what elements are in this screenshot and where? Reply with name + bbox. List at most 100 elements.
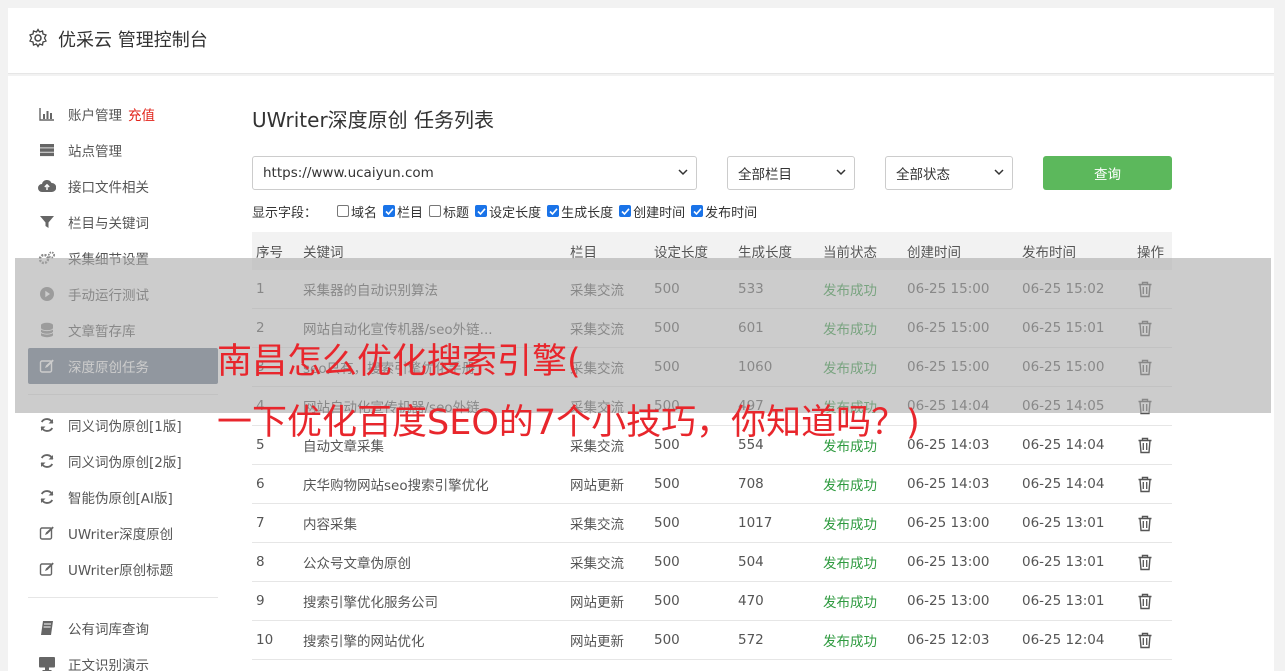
table-row: 7 内容采集 采集交流 500 1017 发布成功 06-25 13:00 06-25 13:… [252, 504, 1172, 543]
checkbox-unchecked-icon[interactable] [429, 205, 442, 217]
refresh-icon [38, 417, 56, 433]
display-fields-label: 显示字段： [252, 205, 318, 221]
sidebar-item[interactable]: 栏目与关键词 [28, 204, 218, 240]
sidebar-item[interactable]: 站点管理 [28, 132, 218, 168]
sidebar-item-label: 公有词库查询 [68, 622, 149, 638]
sidebar-divider [28, 597, 218, 598]
row-generated-length: 470 [738, 593, 764, 609]
row-index: 6 [256, 476, 265, 492]
row-set-length: 500 [654, 593, 680, 609]
field-checkbox[interactable]: 标题 [429, 202, 469, 221]
row-index: 9 [256, 593, 265, 609]
row-set-length: 500 [654, 632, 680, 648]
row-keyword: 庆华购物网站seo搜索引擎优化 [303, 478, 489, 494]
sidebar-item[interactable]: 同义词伪原创[2版] [28, 443, 218, 479]
checkbox-checked-icon[interactable] [475, 205, 488, 217]
row-column: 网站更新 [570, 595, 624, 611]
row-status: 发布成功 [823, 595, 877, 611]
row-created-time: 06-25 12:03 [907, 632, 990, 648]
row-created-time: 06-25 13:00 [907, 593, 990, 609]
delete-icon[interactable] [1137, 515, 1153, 536]
checkbox-checked-icon[interactable] [691, 205, 704, 217]
row-published-time: 06-25 12:04 [1022, 632, 1105, 648]
table-row: 9 搜索引擎优化服务公司 网站更新 500 470 发布成功 06-25 13:00 06-2… [252, 582, 1172, 621]
row-published-time: 06-25 14:04 [1022, 476, 1105, 492]
sidebar-item[interactable]: 正文识别演示 [28, 646, 218, 671]
delete-icon[interactable] [1137, 476, 1153, 497]
row-keyword: 公众号文章伪原创 [303, 556, 411, 572]
row-published-time: 06-25 14:04 [1022, 437, 1105, 453]
page-title: 优采云 管理控制台 [58, 30, 208, 51]
status-select-value: 全部状态 [896, 167, 950, 183]
sidebar-item-label: 站点管理 [68, 144, 122, 160]
status-select[interactable]: 全部状态 [885, 156, 1013, 190]
checkbox-unchecked-icon[interactable] [337, 205, 350, 217]
column-select-value: 全部栏目 [738, 167, 792, 183]
delete-icon[interactable] [1137, 554, 1153, 575]
delete-icon[interactable] [1137, 593, 1153, 614]
watermark-line-2: 一下优化百度SEO的7个小技巧，你知道吗？) [217, 403, 920, 443]
field-checkbox[interactable]: 创建时间 [619, 202, 685, 221]
row-published-time: 06-25 13:01 [1022, 554, 1105, 570]
sidebar-item[interactable]: 账户管理 充值 [28, 96, 218, 132]
row-generated-length: 572 [738, 632, 764, 648]
checkbox-checked-icon[interactable] [383, 205, 396, 217]
field-checkbox-label: 栏目 [397, 205, 424, 221]
refresh-icon [38, 489, 56, 505]
field-checkbox[interactable]: 域名 [337, 202, 377, 221]
watermark-band [15, 258, 1271, 413]
field-checkbox-label: 设定长度 [489, 205, 542, 221]
field-checkbox-label: 标题 [443, 205, 470, 221]
table-row: 10 搜索引擎的网站优化 网站更新 500 572 发布成功 06-25 12:03 06-2… [252, 621, 1172, 660]
server-icon [38, 142, 56, 158]
row-index: 8 [256, 554, 265, 570]
row-keyword: 内容采集 [303, 517, 357, 533]
field-checkbox[interactable]: 生成长度 [547, 202, 613, 221]
row-set-length: 500 [654, 554, 680, 570]
row-set-length: 500 [654, 515, 680, 531]
edit-icon [38, 561, 56, 577]
row-generated-length: 708 [738, 476, 764, 492]
chevron-down-icon [678, 169, 688, 176]
row-status: 发布成功 [823, 478, 877, 494]
sidebar-item-label: 正文识别演示 [68, 658, 149, 671]
sidebar-item-label: 智能伪原创[AI版] [68, 491, 173, 507]
field-checkbox[interactable]: 发布时间 [691, 202, 757, 221]
field-checkbox[interactable]: 设定长度 [475, 202, 541, 221]
sidebar-item[interactable]: UWriter深度原创 [28, 515, 218, 551]
delete-icon[interactable] [1137, 632, 1153, 653]
watermark-line-1: 南昌怎么优化搜索引擎( [217, 342, 581, 382]
row-status: 发布成功 [823, 634, 877, 650]
bar-chart-icon [38, 106, 56, 122]
column-select[interactable]: 全部栏目 [727, 156, 855, 190]
row-set-length: 500 [654, 476, 680, 492]
sidebar-item-label: UWriter深度原创 [68, 527, 174, 543]
query-button[interactable]: 查询 [1043, 156, 1172, 190]
site-select[interactable]: https://www.ucaiyun.com [252, 156, 697, 190]
recharge-link[interactable]: 充值 [128, 104, 155, 124]
sidebar-item[interactable]: UWriter原创标题 [28, 551, 218, 587]
field-checkbox-label: 发布时间 [705, 205, 758, 221]
refresh-icon [38, 453, 56, 469]
display-fields: 显示字段： 域名 栏目 标题 设定长度 生成长度 创建时间 发布时间 [252, 202, 763, 221]
table-row: 8 公众号文章伪原创 采集交流 500 504 发布成功 06-25 13:00 06-25 … [252, 543, 1172, 582]
sidebar-item[interactable]: 公有词库查询 [28, 610, 218, 646]
sidebar-item-label: 账户管理 [68, 108, 122, 124]
row-generated-length: 504 [738, 554, 764, 570]
field-checkbox[interactable]: 栏目 [383, 202, 423, 221]
chevron-down-icon [836, 169, 846, 176]
task-list-title: UWriter深度原创 任务列表 [252, 108, 495, 132]
monitor-icon [38, 656, 56, 671]
sidebar-item[interactable]: 接口文件相关 [28, 168, 218, 204]
row-published-time: 06-25 13:01 [1022, 515, 1105, 531]
checkbox-checked-icon[interactable] [619, 205, 632, 217]
sidebar-item[interactable]: 智能伪原创[AI版] [28, 479, 218, 515]
top-bar: 优采云 管理控制台 [8, 8, 1274, 74]
checkbox-checked-icon[interactable] [547, 205, 560, 217]
edit-icon [38, 525, 56, 541]
gear-icon [29, 28, 47, 48]
sidebar-item-label: 接口文件相关 [68, 180, 149, 196]
delete-icon[interactable] [1137, 437, 1153, 458]
main-area: UWriter深度原创 任务列表 https://www.ucaiyun.com… [252, 104, 1182, 660]
sidebar-item-label: 同义词伪原创[2版] [68, 455, 182, 471]
